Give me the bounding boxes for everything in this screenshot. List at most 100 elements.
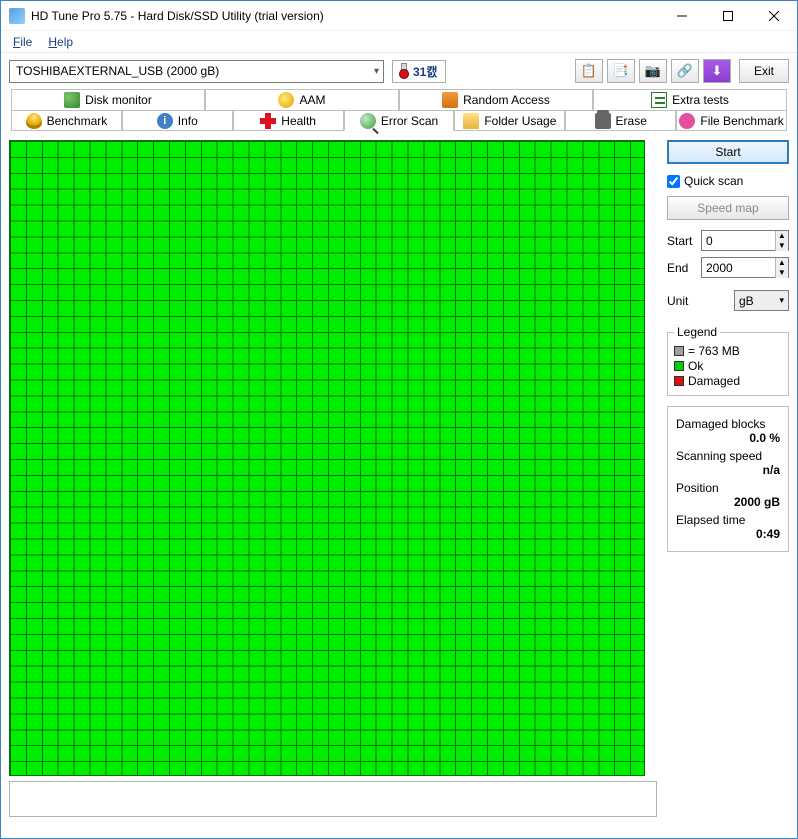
tab-label: Error Scan	[381, 114, 438, 128]
link-icon: 🔗	[677, 63, 693, 79]
list-icon	[651, 92, 667, 108]
tab-info[interactable]: iInfo	[122, 110, 233, 131]
damaged-blocks-label: Damaged blocks	[676, 417, 780, 431]
tab-label: AAM	[299, 93, 325, 107]
tab-disk-monitor[interactable]: Disk monitor	[11, 89, 205, 110]
unit-value: gB	[739, 294, 754, 308]
maximize-icon	[723, 11, 733, 21]
legend-block-row: = 763 MB	[674, 344, 782, 358]
drive-dropdown-value: TOSHIBAEXTERNAL_USB (2000 gB)	[16, 64, 219, 78]
tab-label: Folder Usage	[484, 114, 556, 128]
file-bench-icon	[679, 113, 695, 129]
trash-icon	[595, 113, 611, 129]
tab-extra-tests[interactable]: Extra tests	[593, 89, 787, 110]
tab-label: Random Access	[463, 93, 550, 107]
folder-icon	[463, 113, 479, 129]
minimize-button[interactable]	[659, 1, 705, 31]
copy-data-button[interactable]: 📑	[607, 59, 635, 83]
end-input[interactable]	[702, 261, 775, 275]
spin-down-icon[interactable]: ▼	[776, 268, 788, 278]
tab-row-top: Disk monitor AAM Random Access Extra tes…	[11, 89, 787, 110]
legend-block-label: = 763 MB	[688, 344, 740, 358]
status-output	[9, 781, 657, 817]
tab-health[interactable]: Health	[233, 110, 344, 131]
elapsed-time-label: Elapsed time	[676, 513, 780, 527]
tab-label: File Benchmark	[700, 114, 783, 128]
unit-dropdown[interactable]: gB ▾	[734, 290, 789, 311]
tab-aam[interactable]: AAM	[205, 89, 399, 110]
random-icon	[442, 92, 458, 108]
drive-dropdown[interactable]: TOSHIBAEXTERNAL_USB (2000 gB) ▾	[9, 60, 384, 83]
magnifier-icon	[360, 113, 376, 129]
chevron-down-icon: ▾	[779, 295, 784, 306]
position-value: 2000 gB	[676, 495, 780, 509]
app-icon	[9, 8, 25, 24]
tab-erase[interactable]: Erase	[565, 110, 676, 131]
start-field-label: Start	[667, 234, 697, 248]
position-label: Position	[676, 481, 780, 495]
chevron-down-icon: ▾	[374, 66, 379, 77]
window-title: HD Tune Pro 5.75 - Hard Disk/SSD Utility…	[31, 9, 659, 23]
tab-folder-usage[interactable]: Folder Usage	[454, 110, 565, 131]
tab-label: Erase	[616, 114, 647, 128]
bulb-icon	[26, 113, 42, 129]
copy-data-icon: 📑	[613, 63, 629, 79]
left-column	[9, 140, 657, 830]
quick-scan-row: Quick scan	[667, 174, 789, 188]
close-button[interactable]	[751, 1, 797, 31]
spin-up-icon[interactable]: ▲	[776, 258, 788, 268]
menu-help[interactable]: Help	[42, 33, 79, 51]
tab-random-access[interactable]: Random Access	[399, 89, 593, 110]
close-icon	[769, 11, 779, 21]
maximize-button[interactable]	[705, 1, 751, 31]
tab-file-benchmark[interactable]: File Benchmark	[676, 110, 787, 131]
temperature-readout[interactable]: 31캜	[392, 60, 446, 83]
tab-label: Benchmark	[47, 114, 108, 128]
spin-down-icon[interactable]: ▼	[776, 241, 788, 251]
menu-bar: File Help	[1, 31, 797, 53]
scanning-speed-value: n/a	[676, 463, 780, 477]
end-field-label: End	[667, 261, 697, 275]
health-cross-icon	[260, 113, 276, 129]
exit-label: Exit	[754, 64, 774, 78]
speed-map-label: Speed map	[697, 201, 758, 215]
tab-strip: Disk monitor AAM Random Access Extra tes…	[1, 89, 797, 131]
legend-ok-label: Ok	[688, 359, 703, 373]
toolbar: TOSHIBAEXTERNAL_USB (2000 gB) ▾ 31캜 📋 📑 …	[1, 53, 797, 89]
title-bar: HD Tune Pro 5.75 - Hard Disk/SSD Utility…	[1, 1, 797, 31]
start-button-label: Start	[715, 145, 740, 159]
start-field-row: Start ▲ ▼	[667, 230, 789, 251]
scanning-speed-label: Scanning speed	[676, 449, 780, 463]
tab-label: Health	[281, 114, 316, 128]
minimize-icon	[677, 11, 687, 21]
quick-scan-label: Quick scan	[684, 174, 743, 188]
quick-scan-checkbox[interactable]	[667, 175, 680, 188]
options-button[interactable]: 🔗	[671, 59, 699, 83]
end-field-row: End ▲ ▼	[667, 257, 789, 278]
stats-box: Damaged blocks 0.0 % Scanning speed n/a …	[667, 406, 789, 552]
right-column: Start Quick scan Speed map Start ▲ ▼	[667, 140, 789, 830]
copy-text-icon: 📋	[581, 63, 597, 79]
save-button[interactable]: ⬇	[703, 59, 731, 83]
speed-map-button[interactable]: Speed map	[667, 196, 789, 220]
elapsed-time-value: 0:49	[676, 527, 780, 541]
exit-button[interactable]: Exit	[739, 59, 789, 83]
legend-damaged-row: Damaged	[674, 374, 782, 388]
tab-benchmark[interactable]: Benchmark	[11, 110, 122, 131]
temperature-value: 31캜	[413, 63, 437, 80]
legend-title: Legend	[674, 325, 720, 339]
spin-up-icon[interactable]: ▲	[776, 231, 788, 241]
tab-label: Disk monitor	[85, 93, 152, 107]
screenshot-button[interactable]: 📷	[639, 59, 667, 83]
copy-text-button[interactable]: 📋	[575, 59, 603, 83]
spinner-arrows: ▲ ▼	[775, 231, 788, 251]
menu-file[interactable]: File	[7, 33, 38, 51]
spinner-arrows: ▲ ▼	[775, 258, 788, 278]
start-button[interactable]: Start	[667, 140, 789, 164]
tab-error-scan[interactable]: Error Scan	[344, 110, 455, 131]
legend-box: Legend = 763 MB Ok Damaged	[667, 325, 789, 396]
content-area: Start Quick scan Speed map Start ▲ ▼	[1, 131, 797, 838]
start-input[interactable]	[702, 234, 775, 248]
speaker-icon	[278, 92, 294, 108]
damaged-blocks-value: 0.0 %	[676, 431, 780, 445]
